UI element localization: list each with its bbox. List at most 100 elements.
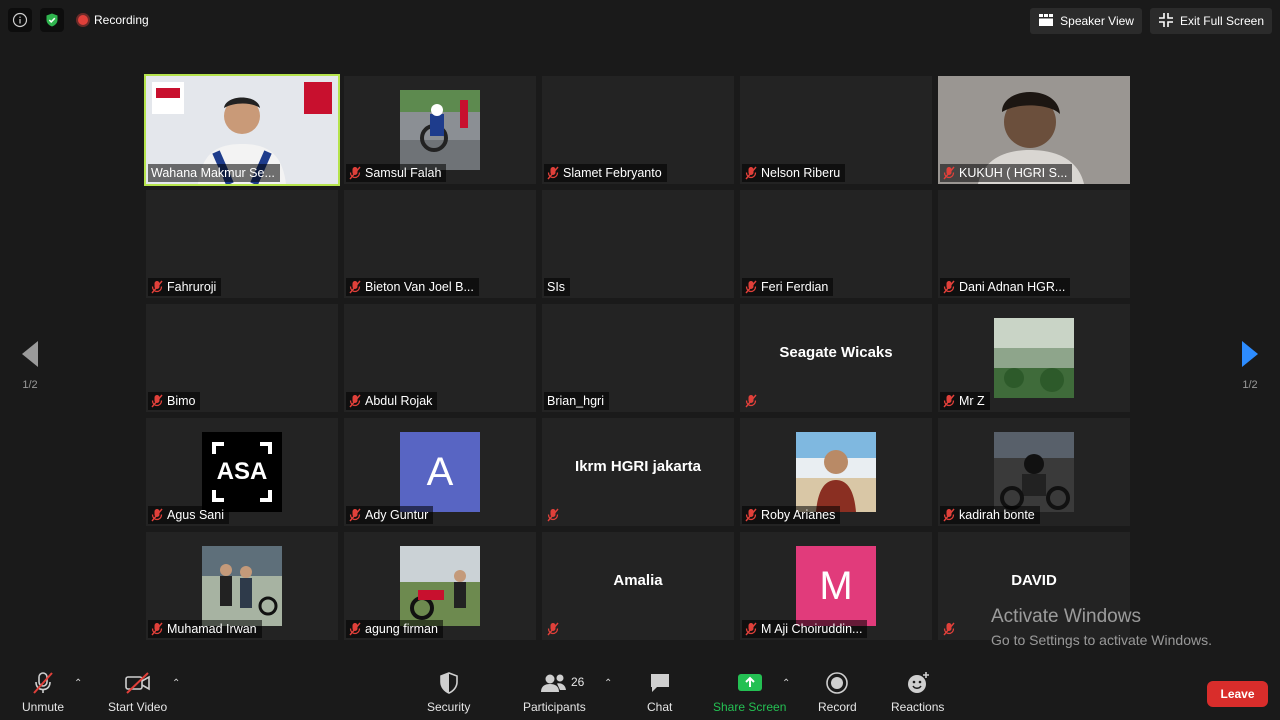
- participant-tile[interactable]: Samsul Falah: [344, 76, 536, 184]
- participant-tile[interactable]: Amalia: [542, 532, 734, 640]
- participant-name-tag: Dani Adnan HGR...: [940, 278, 1071, 296]
- participants-options-caret[interactable]: ⌃: [604, 678, 612, 689]
- participant-name: Abdul Rojak: [365, 394, 433, 408]
- reactions-button[interactable]: Reactions: [891, 670, 944, 714]
- record-button[interactable]: Record: [818, 670, 857, 714]
- share-options-caret[interactable]: ⌃: [782, 678, 790, 689]
- participant-name-tag: Muhamad Irwan: [148, 620, 262, 638]
- mic-muted-icon: [745, 622, 757, 636]
- participant-display-name: Seagate Wicaks: [779, 344, 893, 361]
- top-right-controls: Speaker View Exit Full Screen: [1030, 8, 1272, 34]
- next-page-control[interactable]: 1/2: [1230, 340, 1270, 391]
- participant-name-tag: Ady Guntur: [346, 506, 434, 524]
- info-icon[interactable]: [8, 8, 32, 32]
- participant-display-name: Amalia: [613, 572, 663, 589]
- security-label: Security: [427, 700, 471, 714]
- participant-name: Fahruroji: [167, 280, 217, 294]
- mic-muted-icon: [943, 280, 955, 294]
- participant-tile[interactable]: SIs: [542, 190, 734, 298]
- mic-muted-icon: [349, 394, 361, 408]
- security-button[interactable]: Security: [427, 670, 470, 714]
- activate-windows-watermark: Activate Windows Go to Settings to activ…: [991, 606, 1212, 648]
- participant-name-tag: Abdul Rojak: [346, 392, 438, 410]
- mic-muted-icon: [349, 166, 361, 180]
- mic-muted-icon: [151, 394, 163, 408]
- participant-name-tag: [544, 506, 564, 524]
- arrow-left-icon: [22, 341, 38, 367]
- avatar: [994, 432, 1074, 512]
- participant-tile[interactable]: Wahana Makmur Se...: [144, 74, 340, 186]
- mic-muted-icon: [547, 622, 559, 636]
- participant-tile[interactable]: Fahruroji: [146, 190, 338, 298]
- share-screen-button[interactable]: Share Screen: [713, 670, 786, 714]
- reactions-icon: [905, 670, 931, 696]
- page-indicator-right: 1/2: [1242, 379, 1258, 391]
- participant-name: Wahana Makmur Se...: [151, 166, 275, 180]
- mic-muted-icon: [547, 508, 559, 522]
- participant-tile[interactable]: Ikrm HGRI jakarta: [542, 418, 734, 526]
- mic-muted-icon: [151, 280, 163, 294]
- participant-name: Feri Ferdian: [761, 280, 829, 294]
- participant-tile[interactable]: Roby Arianes: [740, 418, 932, 526]
- participant-tile[interactable]: agung firman: [344, 532, 536, 640]
- arrow-right-icon: [1242, 341, 1258, 367]
- participant-name-tag: Brian_hgri: [544, 392, 609, 410]
- participant-name-tag: [940, 620, 960, 638]
- chat-button[interactable]: Chat: [647, 670, 672, 714]
- leave-button[interactable]: Leave: [1207, 681, 1268, 707]
- audio-options-caret[interactable]: ⌃: [74, 678, 82, 689]
- participant-tile[interactable]: Seagate Wicaks: [740, 304, 932, 412]
- recording-dot-icon: [78, 15, 88, 25]
- participant-tile[interactable]: Abdul Rojak: [344, 304, 536, 412]
- participant-tile[interactable]: KUKUH ( HGRI S...: [938, 76, 1130, 184]
- participant-tile[interactable]: MM Aji Choiruddin...: [740, 532, 932, 640]
- recording-indicator[interactable]: Recording: [78, 13, 149, 27]
- participant-tile[interactable]: Brian_hgri: [542, 304, 734, 412]
- participant-tile[interactable]: Bieton Van Joel B...: [344, 190, 536, 298]
- participant-name-tag: Fahruroji: [148, 278, 222, 296]
- mic-muted-icon: [943, 508, 955, 522]
- participant-name: Ady Guntur: [365, 508, 429, 522]
- share-screen-label: Share Screen: [713, 700, 787, 714]
- participant-tile[interactable]: Feri Ferdian: [740, 190, 932, 298]
- start-video-label: Start Video: [108, 700, 168, 714]
- participant-tile[interactable]: ASA Agus Sani: [146, 418, 338, 526]
- participant-tile[interactable]: Nelson Riberu: [740, 76, 932, 184]
- unmute-button[interactable]: Unmute: [22, 670, 64, 714]
- participant-tile[interactable]: Slamet Febryanto: [542, 76, 734, 184]
- participant-name: Bieton Van Joel B...: [365, 280, 474, 294]
- unmute-label: Unmute: [22, 700, 65, 714]
- participant-name: agung firman: [365, 622, 438, 636]
- speaker-view-button[interactable]: Speaker View: [1030, 8, 1142, 34]
- video-off-icon: [124, 670, 152, 696]
- speaker-view-label: Speaker View: [1060, 14, 1134, 28]
- exit-fullscreen-button[interactable]: Exit Full Screen: [1149, 8, 1272, 34]
- avatar: A: [400, 432, 480, 512]
- participant-name-tag: Bimo: [148, 392, 201, 410]
- participant-tile[interactable]: Dani Adnan HGR...: [938, 190, 1130, 298]
- participant-name: Muhamad Irwan: [167, 622, 257, 636]
- participant-tile[interactable]: Mr Z: [938, 304, 1130, 412]
- participant-tile[interactable]: A Ady Guntur: [344, 418, 536, 526]
- participant-name: Slamet Febryanto: [563, 166, 662, 180]
- participant-tile[interactable]: Muhamad Irwan: [146, 532, 338, 640]
- mic-muted-icon: [349, 622, 361, 636]
- avatar: [202, 546, 282, 626]
- participant-tile[interactable]: kadirah bonte: [938, 418, 1130, 526]
- participant-name-tag: Mr Z: [940, 392, 990, 410]
- prev-page-control[interactable]: 1/2: [10, 340, 50, 391]
- participant-name-tag: Roby Arianes: [742, 506, 841, 524]
- mic-muted-icon: [30, 670, 56, 696]
- shield-check-icon[interactable]: [40, 8, 64, 32]
- start-video-button[interactable]: Start Video: [108, 670, 167, 714]
- mic-muted-icon: [745, 166, 757, 180]
- mic-muted-icon: [745, 508, 757, 522]
- participant-name: Agus Sani: [167, 508, 224, 522]
- avatar: [400, 90, 480, 170]
- participant-name-tag: [544, 620, 564, 638]
- speaker-view-icon: [1038, 13, 1054, 30]
- participant-tile[interactable]: Bimo: [146, 304, 338, 412]
- video-options-caret[interactable]: ⌃: [172, 678, 180, 689]
- watermark-line1: Activate Windows: [991, 606, 1141, 627]
- participant-name: Roby Arianes: [761, 508, 836, 522]
